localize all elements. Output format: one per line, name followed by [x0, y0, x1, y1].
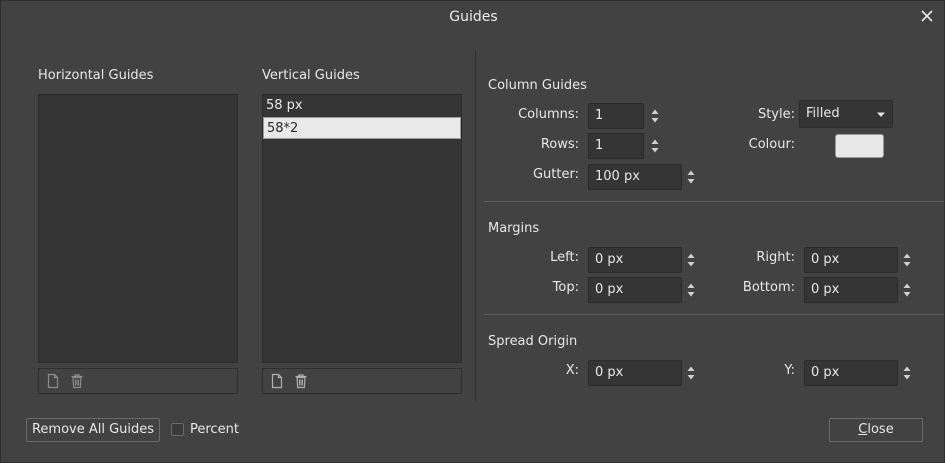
remove-all-guides-button[interactable]: Remove All Guides	[26, 418, 160, 442]
close-button-mnemonic: C	[858, 422, 868, 437]
top-margin-field[interactable]: 0 px	[588, 277, 682, 303]
bottom-margin-field[interactable]: 0 px	[804, 277, 898, 303]
up-down-arrows-icon[interactable]	[685, 278, 697, 302]
up-down-arrows-icon[interactable]	[685, 248, 697, 272]
column-guides-title: Column Guides	[488, 78, 587, 93]
list-item[interactable]: 58*2	[263, 117, 461, 139]
origin-x-label: X:	[565, 363, 579, 378]
gutter-label: Gutter:	[532, 167, 579, 182]
margins-title: Margins	[488, 221, 540, 236]
close-icon[interactable]	[918, 7, 936, 25]
left-margin-label: Left:	[550, 250, 579, 265]
left-margin-field[interactable]: 0 px	[588, 247, 682, 273]
up-down-arrows-icon[interactable]	[901, 361, 913, 385]
style-label: Style:	[757, 107, 795, 122]
vertical-guides-label: Vertical Guides	[262, 68, 360, 83]
section-divider	[484, 201, 944, 202]
horizontal-guides-list[interactable]	[38, 94, 238, 363]
spread-origin-title: Spread Origin	[488, 334, 578, 349]
columns-label: Columns:	[518, 107, 579, 122]
right-margin-label: Right:	[756, 250, 795, 265]
style-dropdown[interactable]: Filled	[799, 100, 893, 128]
right-margin-field[interactable]: 0 px	[804, 247, 898, 273]
colour-label: Colour:	[748, 137, 795, 152]
origin-x-field[interactable]: 0 px	[588, 360, 682, 386]
vertical-guides-toolbar	[262, 368, 462, 394]
close-button-label: lose	[867, 422, 894, 437]
percent-label: Percent	[190, 422, 239, 437]
guides-dialog: Guides Horizontal Guides Vertical Guides…	[0, 0, 945, 463]
up-down-arrows-icon[interactable]	[685, 361, 697, 385]
colour-swatch[interactable]	[835, 134, 884, 158]
origin-y-field[interactable]: 0 px	[804, 360, 898, 386]
up-down-arrows-icon[interactable]	[649, 104, 661, 128]
chevron-down-icon	[876, 112, 886, 118]
up-down-arrows-icon[interactable]	[685, 165, 697, 189]
columns-field[interactable]: 1	[588, 103, 644, 129]
top-margin-label: Top:	[552, 280, 579, 295]
bottom-margin-label: Bottom:	[742, 280, 795, 295]
style-dropdown-value: Filled	[806, 106, 840, 121]
dialog-title: Guides	[449, 9, 498, 25]
origin-y-label: Y:	[784, 363, 795, 378]
up-down-arrows-icon[interactable]	[649, 134, 661, 158]
close-button[interactable]: Close	[829, 418, 923, 442]
rows-field[interactable]: 1	[588, 133, 644, 159]
horizontal-guides-toolbar	[38, 368, 238, 394]
percent-checkbox[interactable]	[171, 423, 184, 436]
trash-icon[interactable]	[69, 373, 85, 389]
trash-icon[interactable]	[293, 373, 309, 389]
gutter-field[interactable]: 100 px	[588, 164, 682, 190]
up-down-arrows-icon[interactable]	[901, 248, 913, 272]
new-document-icon[interactable]	[45, 373, 61, 389]
up-down-arrows-icon[interactable]	[901, 278, 913, 302]
vertical-divider	[475, 51, 476, 401]
horizontal-guides-label: Horizontal Guides	[38, 68, 154, 83]
vertical-guides-list[interactable]: 58 px 58*2	[262, 94, 462, 363]
new-document-icon[interactable]	[269, 373, 285, 389]
section-divider	[484, 314, 944, 315]
rows-label: Rows:	[540, 137, 579, 152]
list-item[interactable]: 58 px	[263, 95, 461, 117]
